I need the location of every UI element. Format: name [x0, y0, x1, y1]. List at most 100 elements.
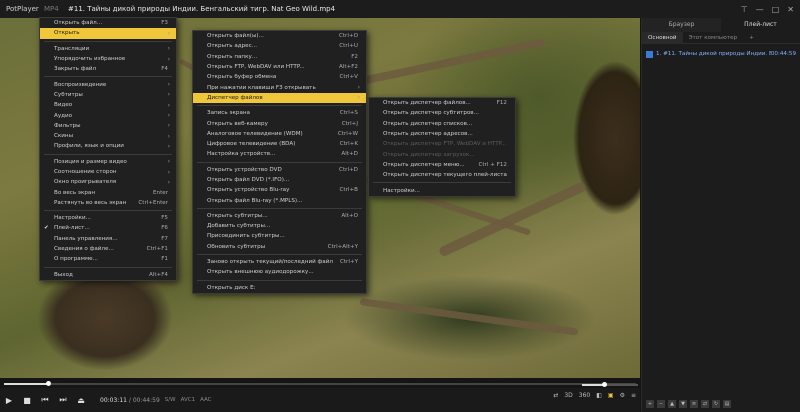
submenu-arrow-icon: ›: [167, 112, 170, 120]
open-menu-item[interactable]: Открыть устройство DVD Ctrl+D: [193, 165, 366, 175]
open-menu-item[interactable]: Открыть адрес... Ctrl+U: [193, 41, 366, 51]
main-menu-item[interactable]: О программе... F1: [40, 254, 176, 264]
menu-item-label: Открыть диспетчер загрузок...: [383, 151, 475, 158]
view-icon[interactable]: ▤: [723, 400, 731, 408]
main-menu-item[interactable]: Скины ›: [40, 131, 176, 141]
menu-item-label: Воспроизведение: [54, 81, 107, 88]
file-manager-menu-item[interactable]: Открыть диспетчер меню... Ctrl + F12: [369, 160, 515, 170]
pin-icon[interactable]: ⊤: [741, 5, 748, 14]
open-menu-item[interactable]: Диспетчер файлов ›: [193, 92, 366, 104]
main-menu-item[interactable]: Выход Alt+F4: [40, 270, 176, 280]
subtab-main[interactable]: Основной: [642, 31, 683, 44]
stop-icon[interactable]: ■: [18, 391, 36, 409]
repeat-icon[interactable]: ⇄: [553, 392, 558, 399]
tab-playlist[interactable]: Плей-лист: [721, 18, 800, 32]
open-menu-item[interactable]: Открыть веб-камеру Ctrl+J: [193, 118, 366, 128]
open-menu-item[interactable]: Открыть файл Blu-ray (*.MPLS)...: [193, 195, 366, 205]
volume-knob[interactable]: [602, 382, 607, 387]
open-menu-item[interactable]: При нажатии клавиши F3 открывать ›: [193, 82, 366, 92]
open-menu-item[interactable]: Открыть субтитры... Alt+O: [193, 211, 366, 221]
minimize-icon[interactable]: —: [756, 5, 764, 14]
open-menu-item[interactable]: Запись экрана Ctrl+S: [193, 108, 366, 118]
open-menu-item[interactable]: Открыть буфер обмена Ctrl+V: [193, 72, 366, 82]
remove-icon[interactable]: −: [657, 400, 665, 408]
open-menu-item[interactable]: Настройка устройств... Alt+D: [193, 149, 366, 159]
main-menu-item[interactable]: Закрыть файл F4: [40, 64, 176, 74]
time-display[interactable]: 00:03:11 / 00:44:59: [100, 397, 160, 404]
subtab-this-computer[interactable]: Этот компьютер: [683, 35, 744, 41]
main-menu-item[interactable]: Во весь экран Enter: [40, 187, 176, 197]
eject-icon[interactable]: ⏏: [72, 391, 90, 409]
file-manager-menu-item[interactable]: Открыть диспетчер списков...: [369, 119, 515, 129]
file-manager-menu-item[interactable]: Настройки...: [369, 185, 515, 195]
main-menu-item[interactable]: Трансляции ›: [40, 44, 176, 54]
open-menu-item[interactable]: Открыть диск E:: [193, 283, 366, 293]
main-menu-item[interactable]: Растянуть во весь экран Ctrl+Enter: [40, 198, 176, 208]
shuffle-icon[interactable]: ⇄: [701, 400, 709, 408]
volume-slider[interactable]: [582, 382, 638, 387]
seek-knob[interactable]: [46, 381, 52, 386]
tab-browser[interactable]: Браузер: [642, 18, 721, 32]
file-manager-menu-item[interactable]: Открыть диспетчер файлов... F12: [369, 98, 515, 108]
open-menu-item[interactable]: Открыть устройство Blu-ray Ctrl+B: [193, 185, 366, 195]
main-menu-item[interactable]: ✔ Плей-лист... F6: [40, 223, 176, 233]
file-manager-menu-item[interactable]: Открыть диспетчер адресов...: [369, 129, 515, 139]
main-menu-item[interactable]: Фильтры ›: [40, 121, 176, 131]
open-menu-item[interactable]: Открыть файл(ы)... Ctrl+O: [193, 31, 366, 41]
settings-gear-icon[interactable]: ⚙: [620, 392, 625, 399]
open-menu-item[interactable]: Обновить субтитры Ctrl+Alt+Y: [193, 242, 366, 252]
menu-icon[interactable]: ≡: [631, 392, 636, 399]
move-down-icon[interactable]: ▼: [679, 400, 687, 408]
open-menu-item[interactable]: Открыть внешнюю аудиодорожку...: [193, 267, 366, 277]
playlist-item[interactable]: 1. #11. Тайны дикой природы Индии. Бе...…: [642, 48, 800, 60]
sort-icon[interactable]: ≡: [690, 400, 698, 408]
main-menu-item[interactable]: Соотношение сторон ›: [40, 167, 176, 177]
menu-separator: [44, 40, 172, 42]
main-menu-item[interactable]: Сведения о файле... Ctrl+F1: [40, 244, 176, 254]
main-menu-item[interactable]: Окно проигрывателя ›: [40, 177, 176, 187]
360-button[interactable]: 360: [579, 392, 590, 399]
menu-item-label: Позиция и размер видео: [54, 158, 127, 165]
main-menu-item[interactable]: Упорядочить избранное ›: [40, 54, 176, 64]
seek-track[interactable]: [4, 383, 636, 385]
main-menu-item[interactable]: Аудио ›: [40, 110, 176, 120]
main-menu-item[interactable]: Открыть файл... F3: [40, 18, 176, 28]
menu-item-shortcut: Ctrl+W: [337, 130, 358, 137]
previous-icon[interactable]: ⏮: [36, 391, 54, 409]
open-menu-item[interactable]: Цифровое телевидение (BDA) Ctrl+K: [193, 139, 366, 149]
main-menu-item[interactable]: Панель управления... F7: [40, 234, 176, 244]
open-menu-item[interactable]: Открыть папку... F2: [193, 52, 366, 62]
3d-button[interactable]: 3D: [564, 392, 572, 399]
open-menu-item[interactable]: Открыть FTP, WebDAV или HTTP... Alt+F2: [193, 62, 366, 72]
main-menu-item[interactable]: Позиция и размер видео ›: [40, 157, 176, 167]
main-menu-item[interactable]: Субтитры ›: [40, 90, 176, 100]
app-menu-button[interactable]: PotPlayer: [0, 5, 44, 13]
next-icon[interactable]: ⏭: [54, 391, 72, 409]
file-manager-menu-item[interactable]: Открыть диспетчер субтитров...: [369, 108, 515, 118]
open-menu-item[interactable]: Присоединить субтитры...: [193, 231, 366, 241]
open-menu-item[interactable]: Заново открыть текущий/последний файл Ctr…: [193, 257, 366, 267]
menu-item-label: Открыть устройство Blu-ray: [207, 187, 290, 194]
main-menu-item[interactable]: Воспроизведение ›: [40, 79, 176, 89]
file-manager-menu-item[interactable]: Открыть диспетчер текущего плей-листа: [369, 170, 515, 180]
play-icon[interactable]: ▶: [0, 391, 18, 409]
main-menu-item[interactable]: Открыть ›: [40, 28, 176, 39]
open-menu-item[interactable]: Аналоговое телевидение (WDM) Ctrl+W: [193, 129, 366, 139]
open-menu-item[interactable]: Добавить субтитры...: [193, 221, 366, 231]
playlist-toggle-icon[interactable]: ▣: [608, 392, 614, 399]
add-subtab-button[interactable]: +: [743, 35, 760, 41]
main-menu-item[interactable]: Профили, язык и опции ›: [40, 141, 176, 151]
add-icon[interactable]: +: [646, 400, 654, 408]
menu-item-label: Настройки...: [54, 215, 91, 222]
move-up-icon[interactable]: ▲: [668, 400, 676, 408]
capture-icon[interactable]: ◧: [596, 392, 602, 399]
main-menu-item[interactable]: Настройки... F5: [40, 213, 176, 223]
repeat-list-icon[interactable]: ↻: [712, 400, 720, 408]
window-title: #11. Тайны дикой природы Индии. Бенгальс…: [68, 5, 336, 13]
seek-bar[interactable]: [0, 378, 640, 388]
close-icon[interactable]: ✕: [787, 5, 794, 14]
control-bar: ▶ ■ ⏮ ⏭ ⏏ 00:03:11 / 00:44:59 S/W AVC1 A…: [0, 388, 640, 412]
main-menu-item[interactable]: Видео ›: [40, 100, 176, 110]
open-menu-item[interactable]: Открыть файл DVD (*.IFO)...: [193, 175, 366, 185]
maximize-icon[interactable]: □: [772, 5, 780, 14]
